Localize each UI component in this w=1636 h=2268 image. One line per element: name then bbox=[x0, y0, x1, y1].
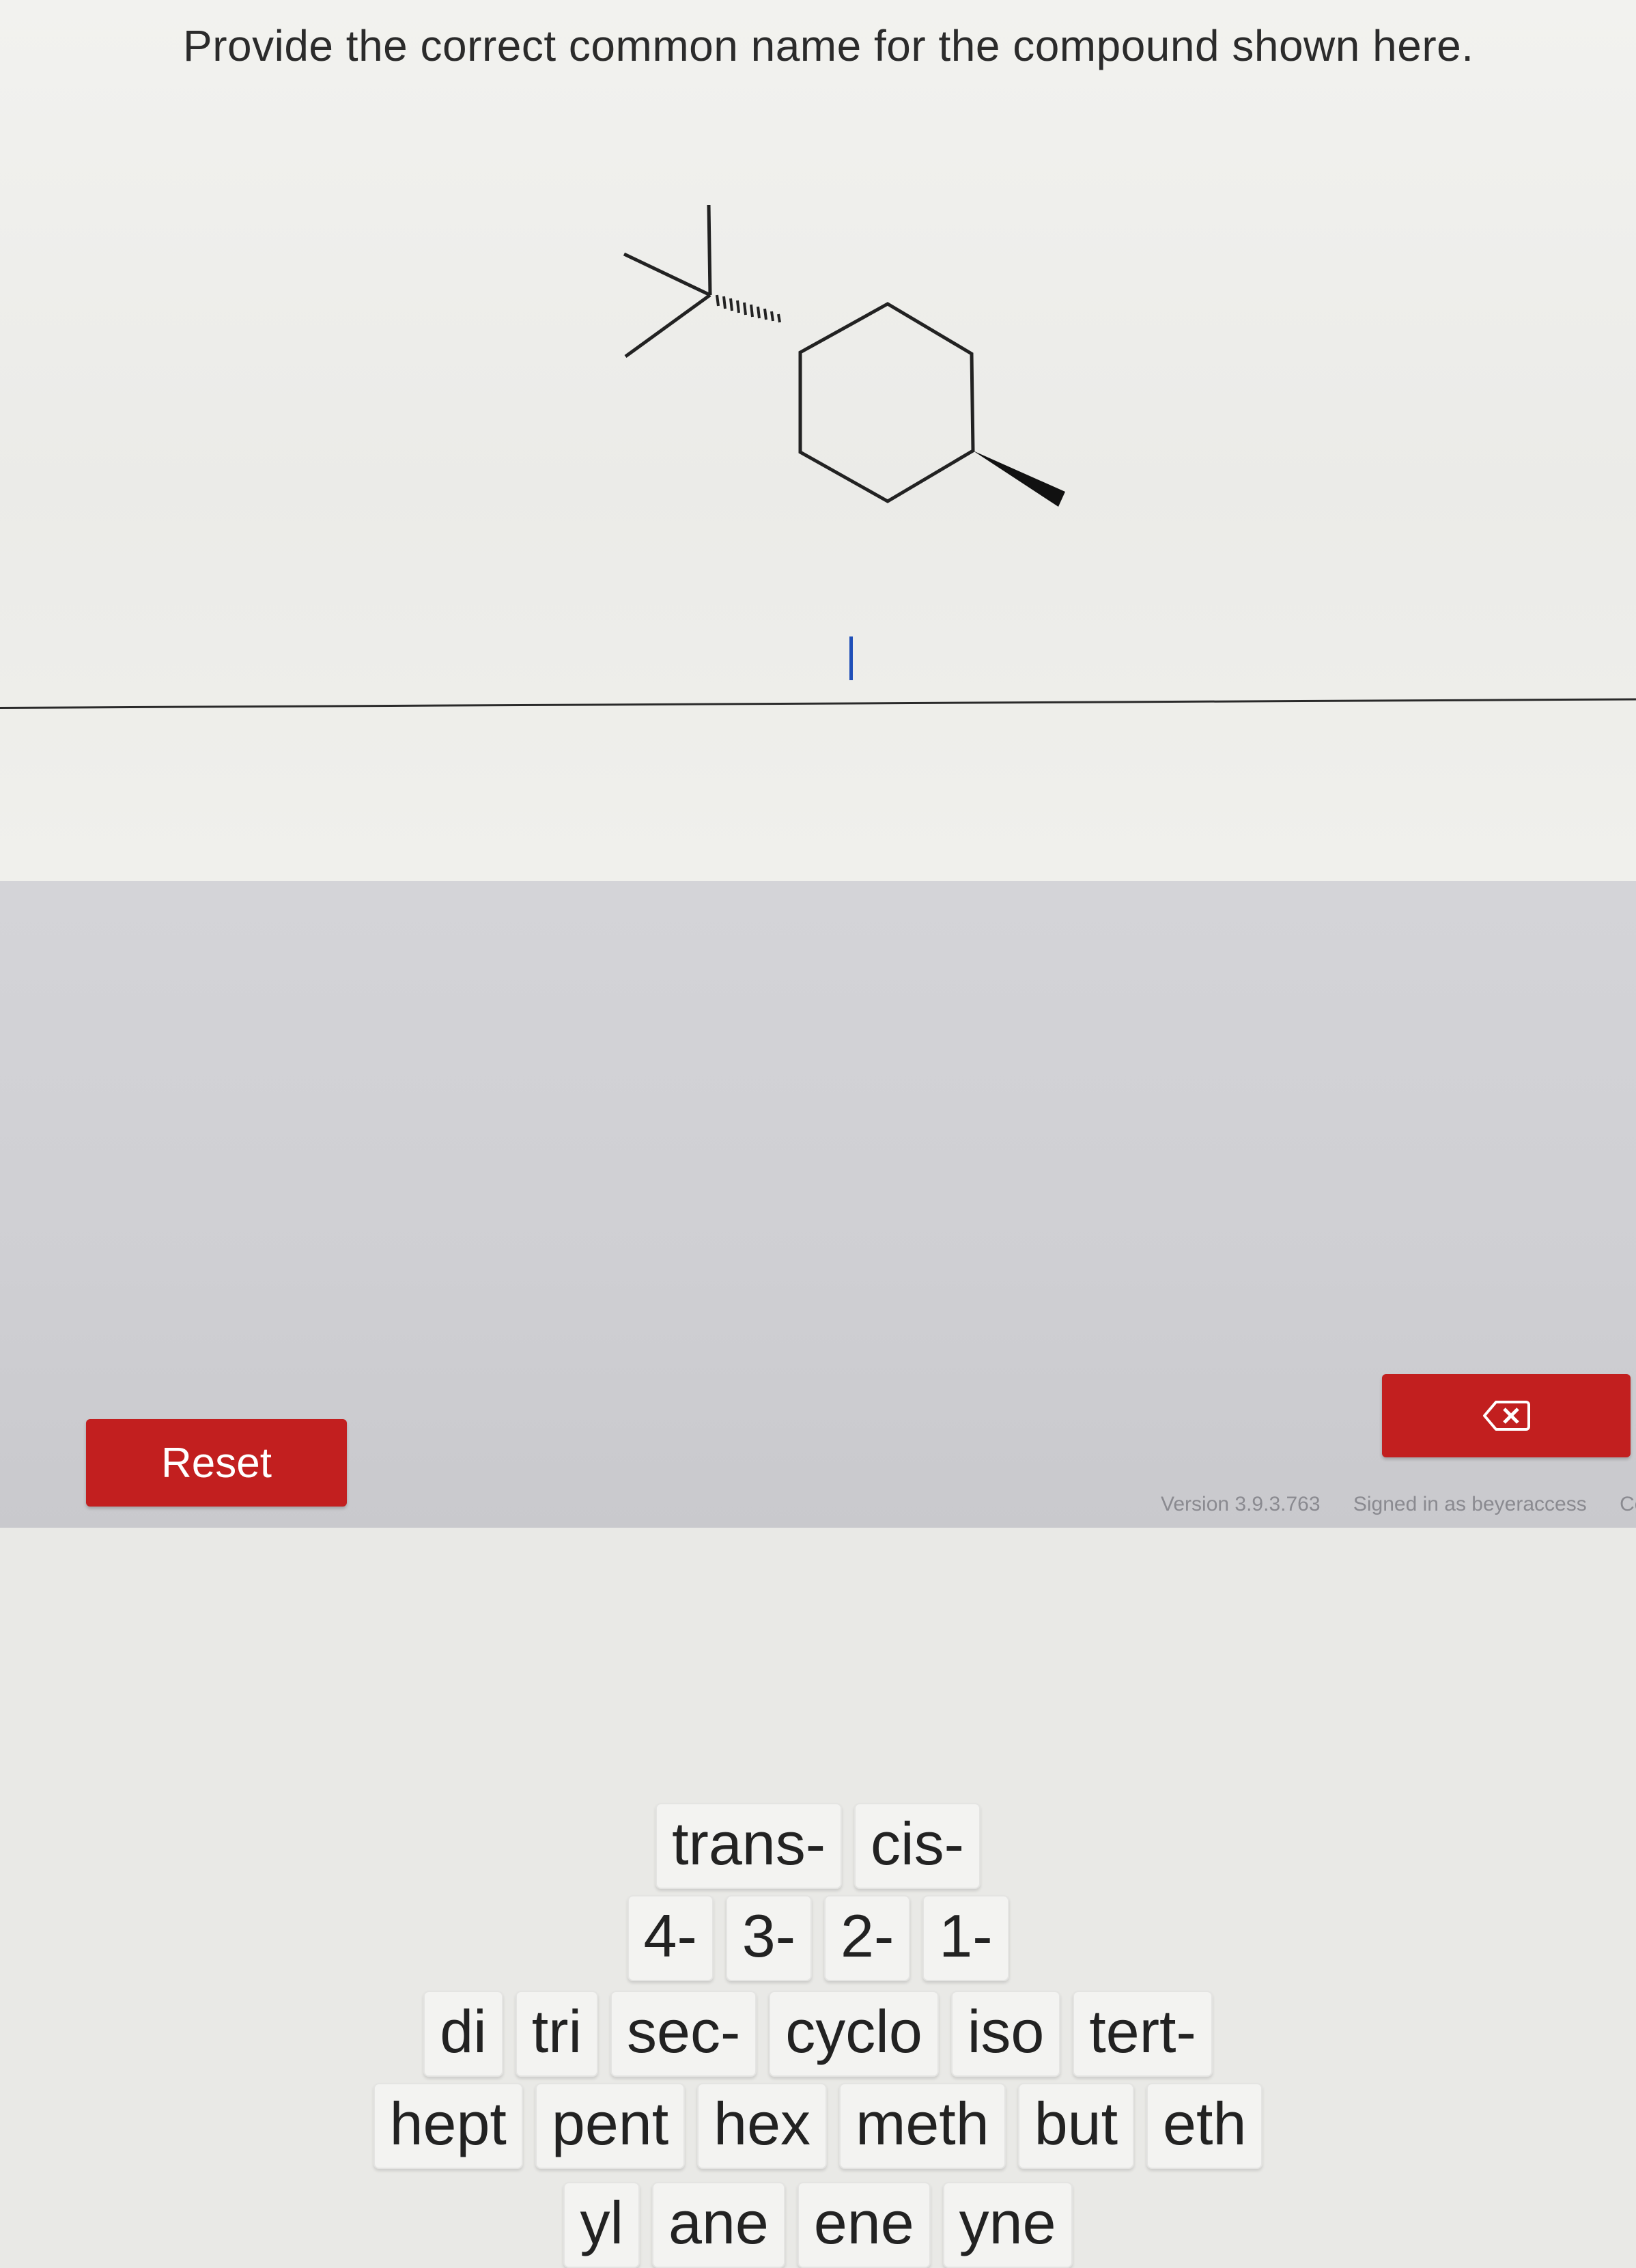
question-area: Provide the correct common name for the … bbox=[0, 0, 1636, 881]
tile-row-suffixes: yl ane ene yne bbox=[0, 2182, 1636, 2268]
tile-hept[interactable]: hept bbox=[373, 2083, 523, 2169]
tile-meth[interactable]: meth bbox=[839, 2083, 1006, 2169]
tile-trans[interactable]: trans- bbox=[655, 1803, 843, 1889]
tile-row-stereo: trans- cis- bbox=[0, 1803, 1636, 1889]
text-cursor bbox=[849, 636, 853, 680]
tile-but[interactable]: but bbox=[1017, 2083, 1135, 2169]
tile-yne[interactable]: yne bbox=[942, 2182, 1073, 2268]
tile-eth[interactable]: eth bbox=[1146, 2083, 1263, 2169]
version-text: Version 3.9.3.763 bbox=[1161, 1493, 1321, 1515]
backspace-icon bbox=[1483, 1401, 1530, 1431]
solid-wedge-bond bbox=[973, 451, 1065, 507]
molecule-structure bbox=[623, 204, 1065, 507]
tile-row-prefixes: di tri sec- cyclo iso tert- bbox=[0, 1991, 1636, 2077]
tile-iso[interactable]: iso bbox=[950, 1991, 1061, 2077]
tile-di[interactable]: di bbox=[423, 1991, 503, 2077]
tile-yl[interactable]: yl bbox=[563, 2182, 640, 2268]
tile-tri[interactable]: tri bbox=[515, 1991, 599, 2077]
backspace-button[interactable] bbox=[1382, 1374, 1631, 1457]
tile-sec[interactable]: sec- bbox=[610, 1991, 757, 2077]
question-prompt: Provide the correct common name for the … bbox=[183, 21, 1474, 70]
tert-butyl-group bbox=[623, 204, 712, 359]
hashed-wedge-bond bbox=[716, 294, 781, 323]
tile-4[interactable]: 4- bbox=[627, 1895, 714, 1981]
reset-button[interactable]: Reset bbox=[86, 1419, 347, 1507]
footer-trailing-text: Comp bbox=[1620, 1493, 1636, 1515]
tile-hex[interactable]: hex bbox=[697, 2083, 828, 2169]
tile-1[interactable]: 1- bbox=[922, 1895, 1009, 1981]
tile-cyclo[interactable]: cyclo bbox=[769, 1991, 939, 2077]
tile-tert[interactable]: tert- bbox=[1073, 1991, 1213, 2077]
tile-pent[interactable]: pent bbox=[535, 2083, 686, 2169]
tile-ane[interactable]: ane bbox=[652, 2182, 785, 2268]
footer: Version 3.9.3.763 Signed in as beyeracce… bbox=[1161, 1493, 1636, 1516]
tile-row-stems: hept pent hex meth but eth bbox=[0, 2083, 1636, 2169]
cyclohexane-ring bbox=[798, 302, 975, 503]
tile-cis[interactable]: cis- bbox=[854, 1803, 981, 1889]
tile-3[interactable]: 3- bbox=[725, 1895, 812, 1981]
tile-2[interactable]: 2- bbox=[824, 1895, 911, 1981]
tile-row-locants: 4- 3- 2- 1- bbox=[0, 1895, 1636, 1981]
tile-ene[interactable]: ene bbox=[797, 2182, 931, 2268]
answer-divider bbox=[0, 698, 1636, 709]
signed-in-text: Signed in as beyeraccess bbox=[1353, 1493, 1587, 1515]
